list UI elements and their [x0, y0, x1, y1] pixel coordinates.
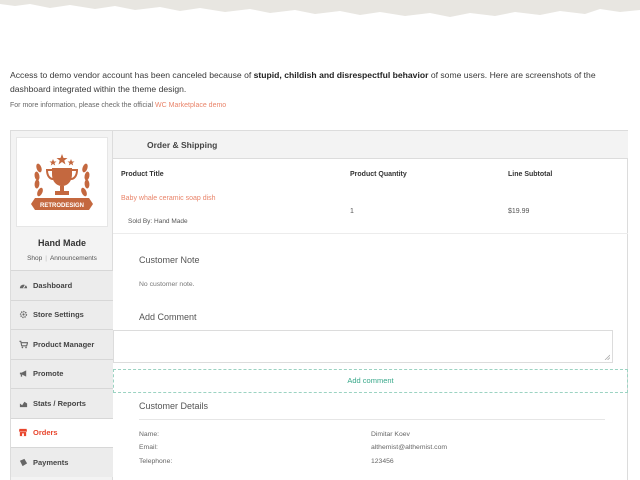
- store-logo: RETRODESIGN: [16, 137, 108, 227]
- torn-paper-edge: [0, 0, 640, 17]
- details-divider: [139, 419, 605, 420]
- notice-bold: stupid, childish and disrespectful behav…: [253, 70, 429, 80]
- dashboard-frame: RETRODESIGN Hand Made Shop | Announcements…: [10, 130, 628, 480]
- product-quantity: 1: [350, 208, 354, 215]
- store-name: Hand Made: [37, 238, 86, 248]
- menu-item-label: Payments: [33, 457, 69, 467]
- menu-item-label: Dashboard: [33, 280, 73, 290]
- order-details-panel: Order & Shipping Product Title Product Q…: [113, 131, 628, 480]
- svg-text:RETRODESIGN: RETRODESIGN: [40, 203, 84, 209]
- shop-link[interactable]: Shop: [27, 255, 42, 262]
- chart-icon: [18, 398, 28, 408]
- vendor-menu: Dashboard Store Settings Product Manager…: [11, 270, 113, 477]
- menu-item-product-manager[interactable]: Product Manager: [11, 329, 113, 359]
- product-title-link[interactable]: Baby whale ceramic soap dish: [121, 195, 216, 202]
- comment-textarea[interactable]: [113, 330, 613, 363]
- section-title: Order & Shipping: [147, 140, 218, 150]
- megaphone-icon: [18, 369, 28, 379]
- store-links: Shop | Announcements: [11, 255, 113, 262]
- detail-label-name: Name:: [139, 431, 160, 438]
- table-divider: [113, 233, 628, 234]
- store-icon: [18, 428, 28, 438]
- column-header-subtotal: Line Subtotal: [508, 171, 553, 178]
- dashboard-icon: [18, 280, 28, 290]
- menu-item-label: Stats / Reports: [33, 398, 86, 408]
- order-shipping-header: Order & Shipping: [113, 131, 628, 159]
- column-header-product-title: Product Title: [121, 171, 164, 178]
- trophy-logo-icon: RETRODESIGN: [31, 154, 93, 210]
- line-subtotal: $19.99: [508, 208, 530, 215]
- sold-by: Sold By: Hand Made: [128, 218, 188, 225]
- menu-item-promote[interactable]: Promote: [11, 358, 113, 388]
- gear-icon: [18, 310, 28, 320]
- detail-value-name: Dimitar Koev: [371, 431, 410, 438]
- add-comment-button[interactable]: Add comment: [113, 369, 628, 393]
- marketplace-demo-link[interactable]: WC Marketplace demo: [155, 102, 226, 109]
- announcements-link[interactable]: Announcements: [50, 255, 97, 262]
- info-text: For more information, please check the o…: [10, 102, 155, 109]
- add-comment-title: Add Comment: [139, 312, 197, 322]
- cart-icon: [18, 339, 28, 349]
- column-header-quantity: Product Quantity: [350, 171, 407, 178]
- customer-note-title: Customer Note: [139, 255, 200, 265]
- link-separator: |: [45, 255, 47, 262]
- menu-item-dashboard[interactable]: Dashboard: [11, 270, 113, 300]
- payments-icon: [18, 457, 28, 467]
- menu-item-orders[interactable]: Orders: [11, 417, 113, 447]
- menu-item-label: Product Manager: [33, 339, 95, 349]
- customer-details-title: Customer Details: [139, 401, 209, 411]
- info-line: For more information, please check the o…: [10, 102, 226, 109]
- menu-item-stats-reports[interactable]: Stats / Reports: [11, 388, 113, 418]
- vendor-sidebar: RETRODESIGN Hand Made Shop | Announcements…: [11, 131, 113, 480]
- menu-item-label: Promote: [33, 369, 64, 379]
- resize-handle-icon[interactable]: [604, 354, 610, 360]
- customer-note-text: No customer note.: [139, 281, 195, 288]
- detail-label-email: Email:: [139, 444, 158, 451]
- menu-item-label: Store Settings: [33, 310, 84, 320]
- notice-text: Access to demo vendor account has been c…: [10, 70, 254, 80]
- menu-item-payments[interactable]: Payments: [11, 447, 113, 477]
- demo-notice: Access to demo vendor account has been c…: [10, 69, 620, 96]
- detail-value-telephone: 123456: [371, 458, 394, 465]
- detail-label-telephone: Telephone:: [139, 458, 173, 465]
- menu-item-label: Orders: [33, 428, 58, 438]
- menu-item-store-settings[interactable]: Store Settings: [11, 299, 113, 329]
- detail-value-email: althemist@althemist.com: [371, 444, 448, 451]
